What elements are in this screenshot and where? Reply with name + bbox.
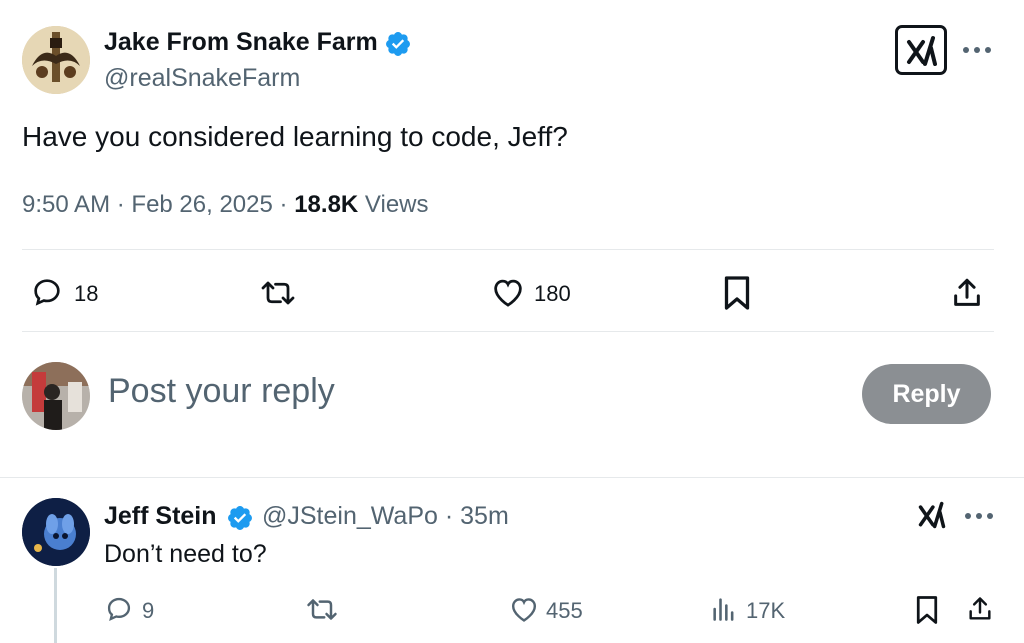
author-handle[interactable]: @realSnakeFarm <box>104 64 300 93</box>
tweet-meta: 9:50 AM · Feb 26, 2025 · 18.8K Views <box>22 191 429 219</box>
divider <box>22 331 994 332</box>
tweet-text: Have you considered learning to code, Je… <box>22 121 568 152</box>
heart-icon <box>494 279 522 307</box>
share-icon[interactable] <box>966 595 994 623</box>
share-icon[interactable] <box>950 276 984 310</box>
views-count: 18.8K <box>294 191 359 218</box>
more-options-icon[interactable] <box>964 512 994 520</box>
divider <box>0 477 1024 478</box>
reply-like-count: 455 <box>546 598 583 623</box>
reply-author-handle: @JStein_WaPo · 35m <box>262 502 509 531</box>
like-count: 180 <box>534 281 571 306</box>
author-name[interactable]: Jake From Snake Farm <box>104 28 378 57</box>
reply-author-avatar[interactable] <box>22 498 90 566</box>
reply-count: 18 <box>74 281 99 306</box>
bookmark-icon[interactable] <box>914 595 940 625</box>
reply-age[interactable]: 35m <box>460 502 509 530</box>
grok-icon <box>907 36 937 66</box>
reply-icon <box>107 597 131 621</box>
tweet-time[interactable]: 9:50 AM <box>22 191 110 218</box>
divider <box>22 249 994 250</box>
heart-icon <box>511 598 537 622</box>
handle-separator: · <box>444 502 454 530</box>
author-avatar[interactable] <box>22 26 90 94</box>
tweet-date[interactable]: Feb 26, 2025 <box>131 191 272 218</box>
user-avatar[interactable] <box>22 362 90 430</box>
views-label: Views <box>364 191 429 218</box>
views-chart-icon <box>713 598 734 621</box>
repost-icon[interactable] <box>304 596 340 623</box>
grok-button[interactable] <box>895 25 947 75</box>
reply-button[interactable]: Reply <box>862 364 991 424</box>
meta-separator: · <box>116 191 125 218</box>
verified-badge-icon <box>228 506 252 530</box>
more-options-icon[interactable] <box>962 46 992 54</box>
grok-icon[interactable] <box>916 500 948 530</box>
reply-author-name[interactable]: Jeff Stein <box>104 502 217 531</box>
meta-separator: · <box>279 191 288 218</box>
bookmark-icon[interactable] <box>722 275 752 311</box>
thread-line <box>54 568 57 643</box>
reply-text: Don’t need to? <box>104 540 267 568</box>
reply-handle[interactable]: @JStein_WaPo <box>262 502 438 530</box>
verified-badge-icon <box>386 32 410 56</box>
repost-icon[interactable] <box>258 278 298 308</box>
reply-views-count: 17K <box>746 598 786 623</box>
reply-input[interactable]: Post your reply <box>108 372 335 411</box>
reply-icon <box>34 279 60 306</box>
reply-reply-count: 9 <box>142 598 155 623</box>
